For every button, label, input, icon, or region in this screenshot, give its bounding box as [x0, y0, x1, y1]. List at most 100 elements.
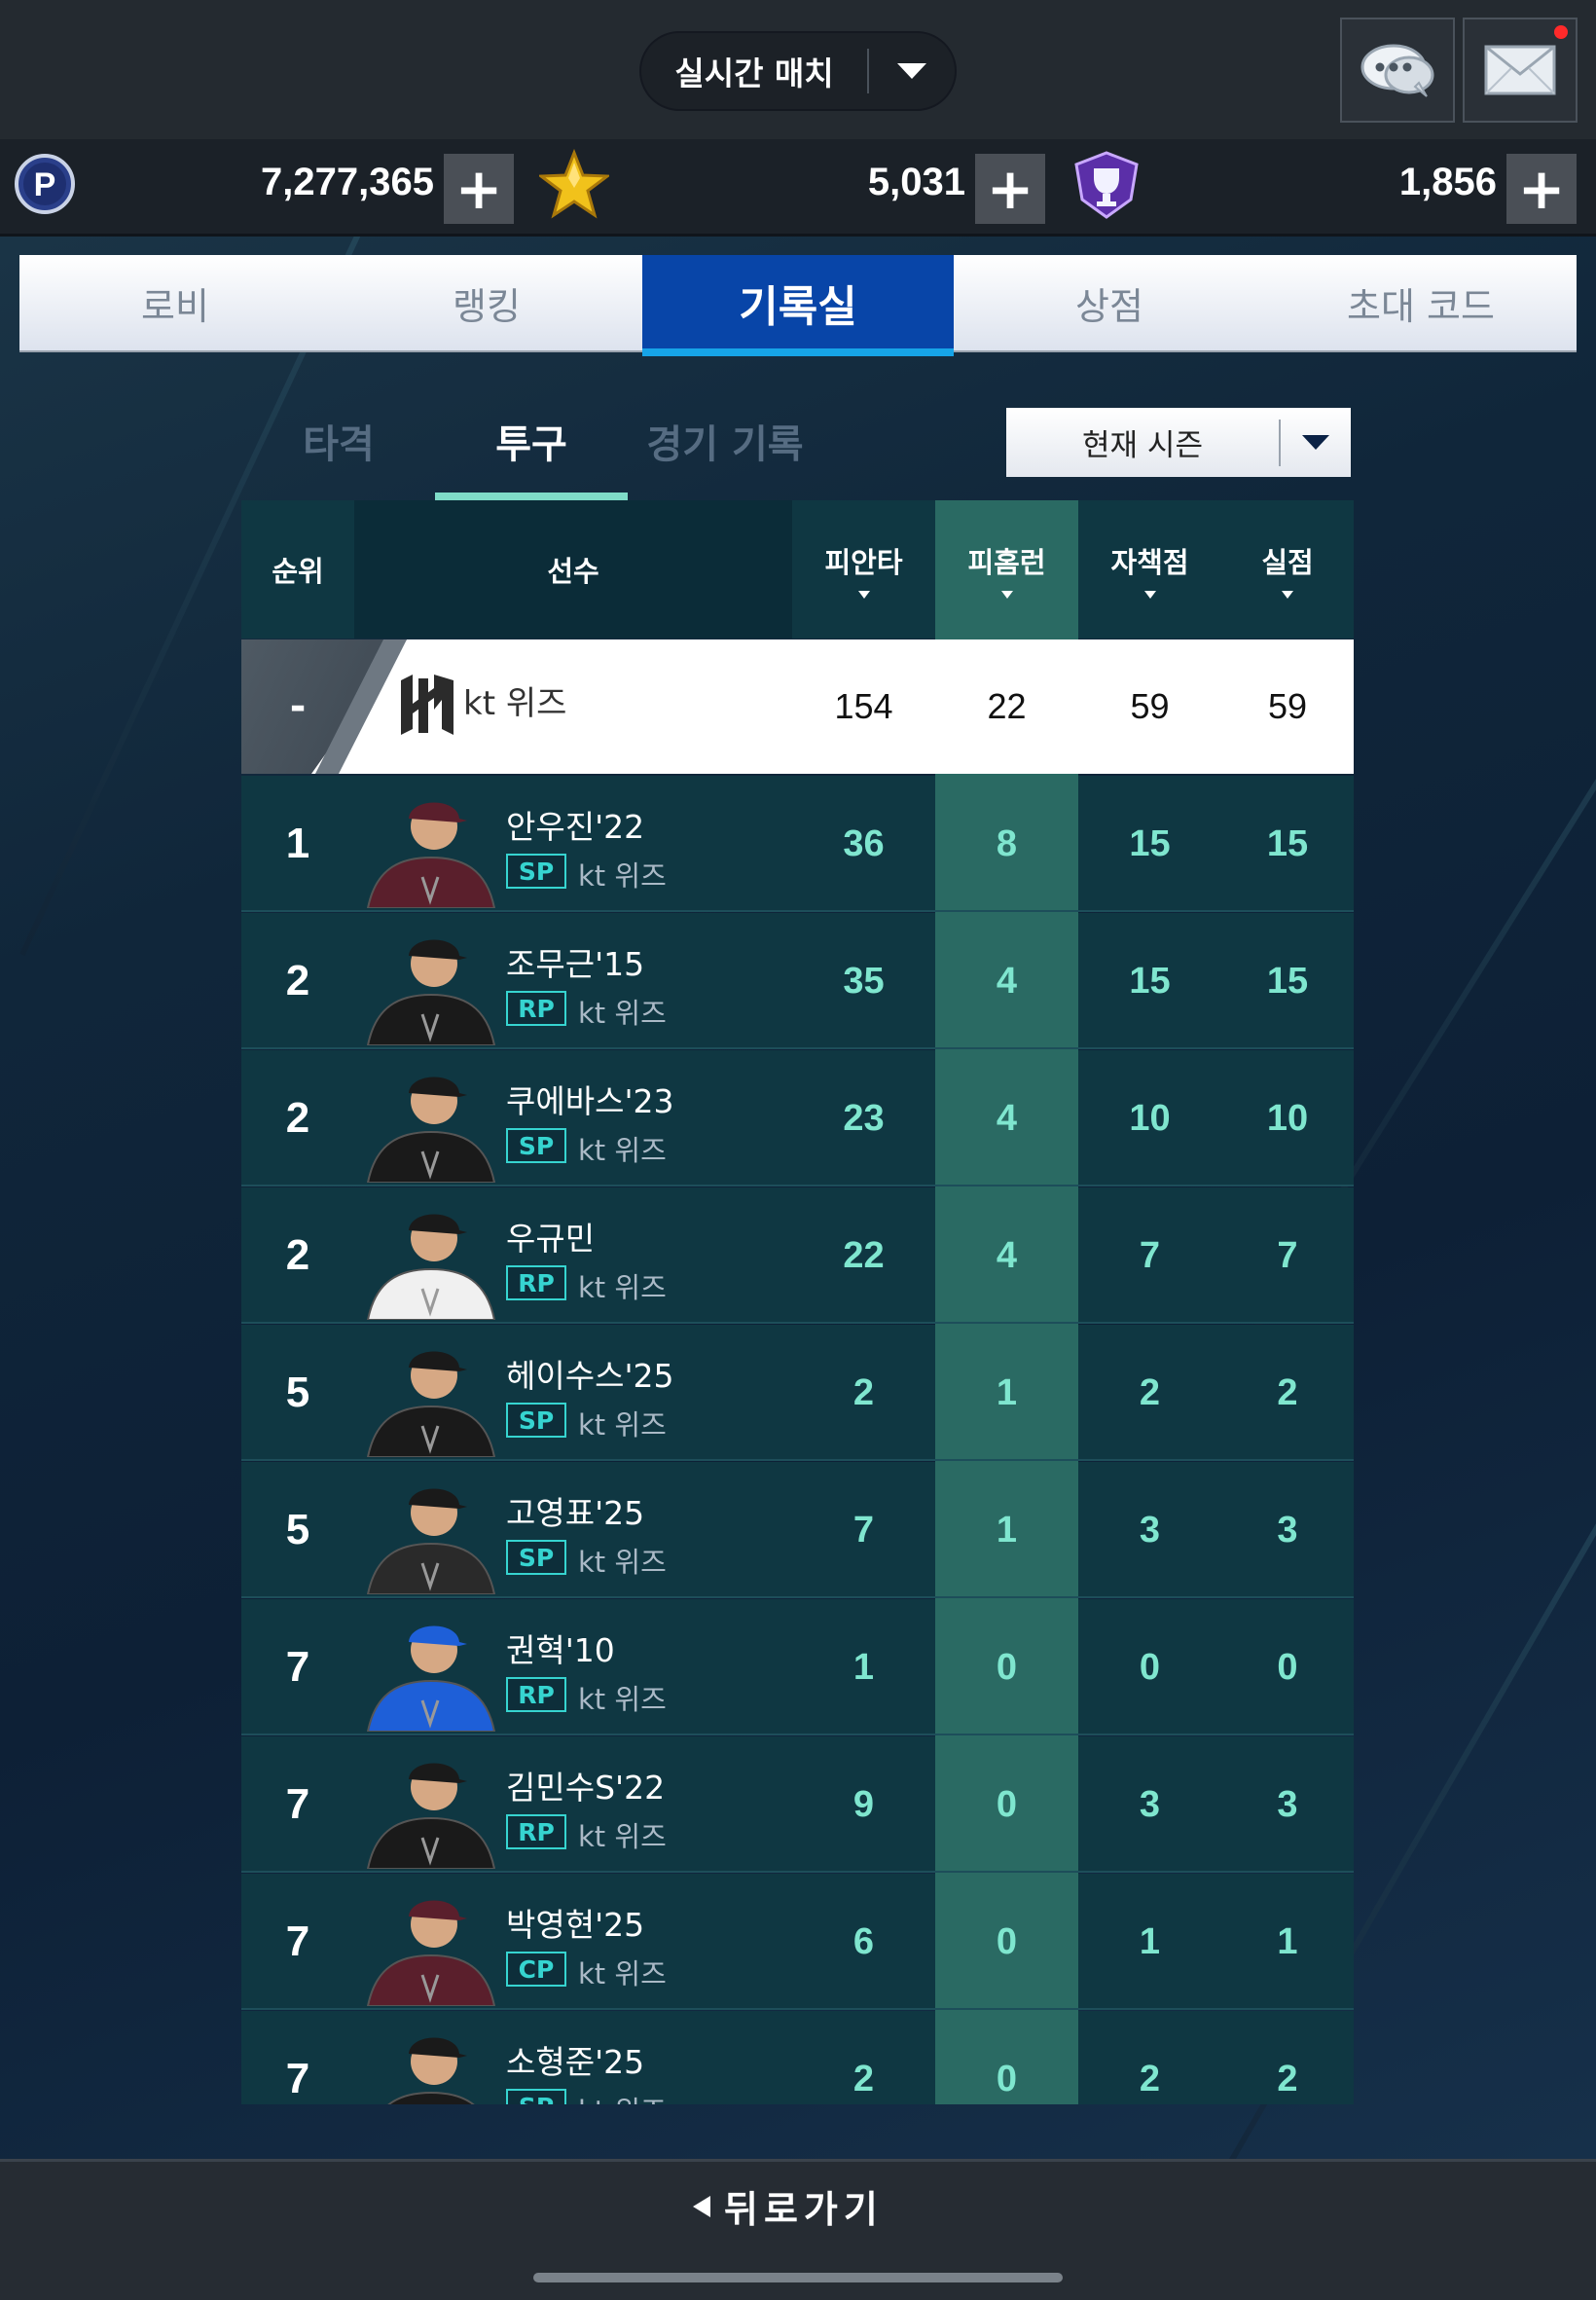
tab-lobby[interactable]: 로비 [19, 255, 331, 350]
header-runs[interactable]: 실점 [1221, 500, 1354, 639]
player-row[interactable]: 7 소형준'25 SP kt 위즈 2 0 2 2 [241, 2011, 1354, 2104]
player-rank: 2 [285, 1094, 310, 1142]
chat-button[interactable] [1340, 18, 1455, 123]
stars-value: 5,031 [867, 161, 965, 203]
hits-allowed-cell: 2 [852, 2058, 875, 2099]
player-row[interactable]: 7 김민수S'22 RP kt 위즈 9 0 3 3 [241, 1736, 1354, 1873]
earned-runs-cell: 15 [1129, 960, 1171, 1002]
player-row[interactable]: 7 권혁'10 RP kt 위즈 1 0 0 0 [241, 1599, 1354, 1735]
player-name: 김민수S'22 [506, 1769, 666, 1807]
player-rank: 7 [285, 1643, 310, 1691]
bottom-bar: 뒤로가기 [0, 2159, 1596, 2300]
currency-bar: P 7,277,365 + 5,031 + 1,856 + [0, 139, 1596, 237]
player-portrait-icon [366, 1625, 496, 1732]
player-portrait-icon [366, 802, 496, 908]
position-badge: RP [506, 1265, 566, 1300]
tab-invite-code[interactable]: 초대 코드 [1265, 255, 1577, 350]
trophies-value: 1,856 [1398, 161, 1497, 203]
position-badge: SP [506, 854, 566, 889]
player-rank: 1 [285, 820, 310, 867]
position-badge: CP [506, 1952, 566, 1987]
hr-allowed-cell: 4 [996, 1097, 1018, 1139]
add-stars-button[interactable]: + [975, 154, 1045, 224]
hits-allowed-cell: 23 [843, 1097, 885, 1139]
season-label: 현재 시즌 [1082, 428, 1203, 463]
back-button[interactable]: 뒤로가기 [693, 2179, 884, 2233]
svg-text:P: P [34, 166, 56, 203]
add-trophies-button[interactable]: + [1506, 154, 1577, 224]
runs-cell: 15 [1266, 960, 1309, 1002]
add-points-button[interactable]: + [444, 154, 514, 224]
hr-allowed-cell: 1 [996, 1371, 1018, 1413]
tab-records[interactable]: 기록실 [642, 255, 954, 356]
player-row[interactable]: 5 헤이수스'25 SP kt 위즈 2 1 2 2 [241, 1325, 1354, 1461]
earned-runs-cell: 0 [1139, 1646, 1161, 1688]
player-rank: 7 [285, 1780, 310, 1828]
season-dropdown[interactable]: 현재 시즌 [1006, 408, 1351, 477]
position-badge: SP [506, 1128, 566, 1163]
hr-allowed-cell: 0 [996, 1920, 1018, 1962]
star-icon [539, 149, 609, 219]
player-rank: 5 [285, 1506, 310, 1553]
p-coin-icon: P [15, 154, 75, 214]
team-hits-allowed: 154 [834, 686, 893, 726]
player-name: 권혁'10 [506, 1631, 615, 1669]
notification-dot [1554, 25, 1568, 39]
header-hr-allowed-label: 피홈런 [967, 546, 1046, 579]
hr-allowed-cell: 0 [996, 1783, 1018, 1825]
header-rank-label: 순위 [272, 555, 324, 588]
header-runs-label: 실점 [1261, 546, 1314, 579]
header-player: 선수 [354, 500, 792, 639]
header-hits-allowed-label: 피안타 [824, 546, 903, 579]
player-team: kt 위즈 [578, 859, 667, 893]
team-runs: 59 [1267, 686, 1308, 726]
home-indicator[interactable] [533, 2273, 1063, 2282]
hr-allowed-cell: 4 [996, 1234, 1018, 1276]
player-row[interactable]: 5 고영표'25 SP kt 위즈 7 1 3 3 [241, 1462, 1354, 1598]
header-hr-allowed[interactable]: 피홈런 [935, 500, 1078, 639]
subtab-batting[interactable]: 타격 [282, 413, 395, 471]
player-row[interactable]: 2 우규민 RP kt 위즈 22 4 7 7 [241, 1187, 1354, 1324]
pitching-records-table: 순위 선수 피안타 피홈런 자책점 실점 - kt 위즈 154 22 59 5… [241, 500, 1354, 2104]
hits-allowed-cell: 2 [852, 1371, 875, 1413]
envelope-icon [1484, 45, 1556, 95]
kt-wiz-logo-icon [401, 675, 453, 735]
mail-button[interactable] [1463, 18, 1578, 123]
player-row[interactable]: 2 쿠에바스'23 SP kt 위즈 23 4 10 10 [241, 1050, 1354, 1187]
player-row[interactable]: 1 안우진'22 SP kt 위즈 36 8 15 15 [241, 776, 1354, 912]
player-row[interactable]: 7 박영현'25 CP kt 위즈 6 0 1 1 [241, 1874, 1354, 2010]
player-row[interactable]: 2 조무근'15 RP kt 위즈 35 4 15 15 [241, 913, 1354, 1049]
tab-shop[interactable]: 상점 [954, 255, 1265, 350]
header-hits-allowed[interactable]: 피안타 [792, 500, 935, 639]
player-rank: 7 [285, 1917, 310, 1965]
position-badge: SP [506, 2089, 566, 2104]
position-badge: RP [506, 1814, 566, 1849]
header-player-label: 선수 [547, 555, 599, 588]
earned-runs-cell: 3 [1139, 1783, 1161, 1825]
earned-runs-cell: 3 [1139, 1509, 1161, 1551]
earned-runs-cell: 2 [1139, 2058, 1161, 2099]
player-team: kt 위즈 [578, 1271, 667, 1304]
earned-runs-cell: 7 [1139, 1234, 1161, 1276]
player-rank: 7 [285, 2055, 310, 2102]
runs-cell: 0 [1277, 1646, 1298, 1688]
player-portrait-icon [366, 939, 496, 1045]
player-team: kt 위즈 [578, 1408, 667, 1442]
player-team: kt 위즈 [578, 1134, 667, 1167]
points-value: 7,277,365 [261, 161, 434, 203]
position-badge: RP [506, 1677, 566, 1712]
header-earned-runs[interactable]: 자책점 [1078, 500, 1221, 639]
hits-allowed-cell: 6 [852, 1920, 875, 1962]
player-name: 조무근'15 [506, 945, 645, 983]
runs-cell: 2 [1277, 2058, 1298, 2099]
hits-allowed-cell: 1 [852, 1646, 875, 1688]
player-name: 헤이수스'25 [506, 1357, 674, 1395]
runs-cell: 15 [1266, 822, 1309, 864]
tab-ranking[interactable]: 랭킹 [331, 255, 642, 350]
player-rank: 5 [285, 1369, 310, 1416]
subtab-pitching[interactable]: 투구 [435, 413, 628, 471]
subtab-game-records[interactable]: 경기 기록 [633, 413, 817, 471]
earned-runs-cell: 15 [1129, 822, 1171, 864]
hits-allowed-cell: 7 [852, 1509, 875, 1551]
match-mode-dropdown[interactable]: 실시간 매치 [639, 31, 957, 111]
